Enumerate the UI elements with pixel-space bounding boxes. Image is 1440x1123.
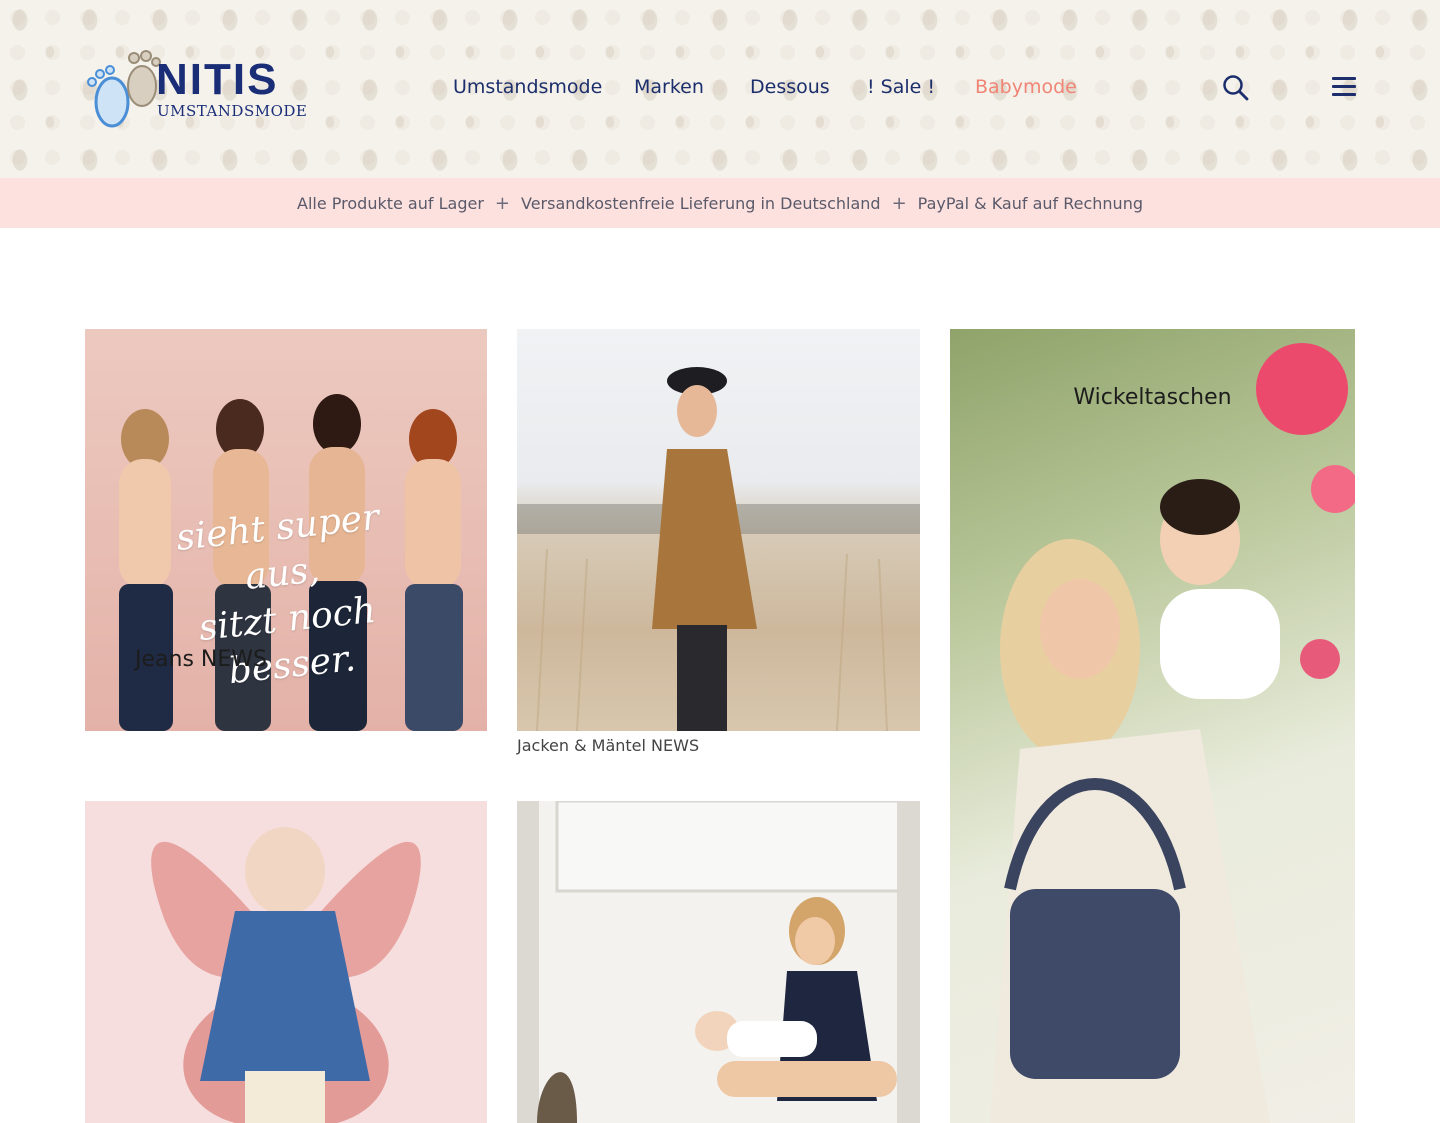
nav-marken[interactable]: Marken [634,76,704,98]
usp-separator: + [494,192,510,214]
search-icon[interactable] [1222,74,1250,102]
site-header: NITIS UMSTANDSMODE Umstandsmode Marken D… [0,0,1440,178]
usp-bar: Alle Produkte auf Lager + Versandkostenf… [0,178,1440,228]
nav-sale[interactable]: ! Sale ! [867,76,935,98]
tile-diaper-bags-label: Wickeltaschen [1073,385,1232,410]
nav-dessous[interactable]: Dessous [750,76,830,98]
usp-separator: + [891,192,907,214]
tile-nursing[interactable] [517,801,920,1123]
logo-brand: NITIS [156,55,279,104]
tile-jeans-label: Jeans NEWS [135,647,267,672]
tile-jackets[interactable] [517,329,920,731]
usp-stock: Alle Produkte auf Lager [297,193,484,213]
hamburger-menu-icon[interactable] [1332,77,1356,97]
tile-jeans[interactable]: sieht super aus, sitzt noch besser. Jean… [85,329,487,731]
diaper-bag-model-image [990,343,1355,1123]
mother-baby-image [517,801,920,1123]
tile-baby[interactable] [85,801,487,1123]
tile-diaper-bags[interactable]: Wickeltaschen [950,329,1355,1123]
jacket-model-image [517,367,920,731]
tile-jackets-caption[interactable]: Jacken & Mäntel NEWS [517,736,699,755]
baby-image [151,827,421,1123]
logo-footprints-icon [87,50,161,128]
logo-subtitle: UMSTANDSMODE [157,102,308,120]
nav-umstandsmode[interactable]: Umstandsmode [453,76,602,98]
nav-babymode[interactable]: Babymode [975,76,1077,98]
usp-payment: PayPal & Kauf auf Rechnung [917,193,1143,213]
usp-shipping: Versandkostenfreie Lieferung in Deutschl… [520,193,881,213]
